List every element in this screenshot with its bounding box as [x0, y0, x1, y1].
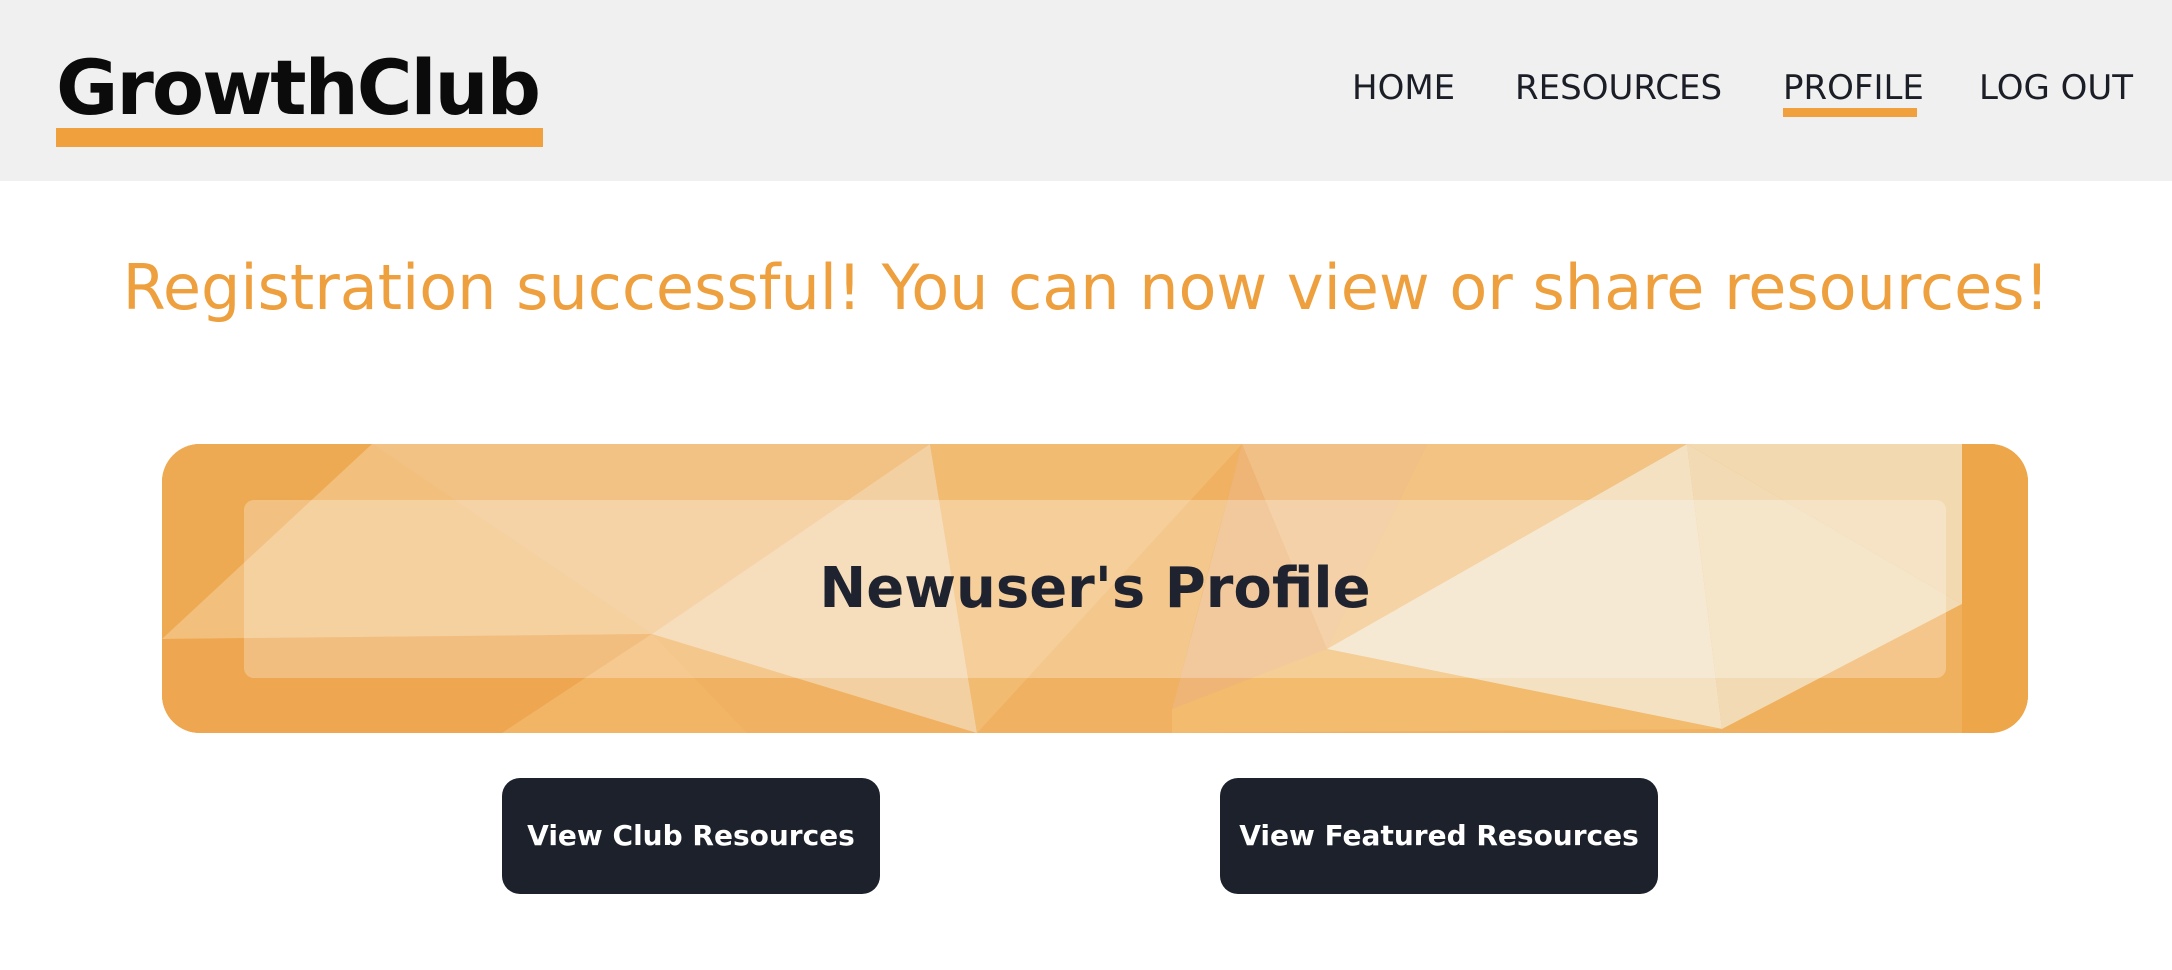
registration-success-message: Registration successful! You can now vie… [122, 251, 2050, 324]
logo[interactable]: GrowthClub [56, 38, 541, 138]
logo-underline [56, 128, 543, 147]
view-featured-resources-button[interactable]: View Featured Resources [1220, 778, 1658, 894]
active-nav-indicator [1783, 108, 1917, 117]
nav-link-logout[interactable]: LOG OUT [1979, 64, 2133, 112]
profile-title: Newuser's Profile [819, 556, 1371, 621]
nav-link-home[interactable]: HOME [1352, 64, 1455, 112]
profile-banner: Newuser's Profile [162, 444, 2028, 733]
nav-link-resources[interactable]: RESOURCES [1515, 64, 1722, 112]
view-club-resources-button[interactable]: View Club Resources [502, 778, 880, 894]
profile-title-panel: Newuser's Profile [244, 500, 1946, 678]
nav-link-profile[interactable]: PROFILE [1783, 64, 1924, 112]
navbar: GrowthClub HOME RESOURCES PROFILE LOG OU… [0, 0, 2172, 181]
